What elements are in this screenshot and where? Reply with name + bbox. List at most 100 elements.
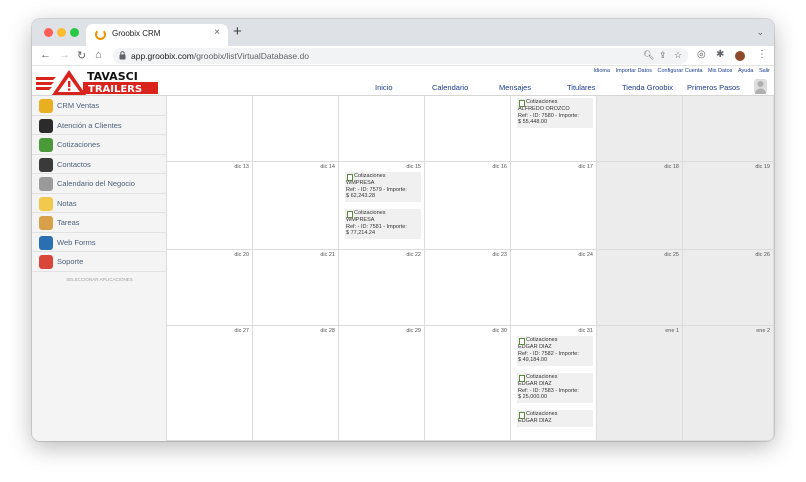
calendar-day-cell[interactable]: dic 30 [425,326,511,441]
sidebar-item-tareas[interactable]: Tareas [32,213,167,233]
event-title: Cotizaciones [346,173,420,181]
calendar-event[interactable]: Cotizaciones EDGAR DIAZ [517,410,593,427]
nav-primeros-pasos[interactable]: Primeros Pasos [687,83,740,92]
calendar-day-cell[interactable]: dic 16 [425,162,511,250]
tab-search-icon[interactable]: ⌄ [756,27,764,38]
url-host: app.groobix.com [131,51,194,61]
calendar-day-cell[interactable]: dic 18 [597,162,683,250]
sidebar-item-cotizaciones[interactable]: Cotizaciones [32,135,167,155]
day-number: dic 24 [578,252,593,258]
day-number: dic 22 [406,252,421,258]
tab-close-icon[interactable]: × [214,27,220,38]
main-nav: Inicio Calendario Mensajes Titulares Tie… [32,81,774,95]
calendar-day-cell[interactable]: dic 28 [253,326,339,441]
calendar-day-cell[interactable] [597,96,683,162]
sidebar-item-crm-ventas[interactable]: CRM Ventas [32,96,167,116]
calendar-day-cell[interactable] [253,96,339,162]
event-client: EDGAR DIAZ [518,418,552,424]
link-ayuda[interactable]: Ayuda [738,68,754,74]
reload-icon[interactable]: ↻ [77,49,86,62]
tab-title: Groobix CRM [112,29,161,38]
day-number: dic 26 [755,252,770,258]
calendar-event[interactable]: Cotizaciones EDGAR DIAZ Ref: - ID: 7582 - … [517,336,593,366]
calendar-day-cell[interactable]: dic 19 [683,162,774,250]
calendar-day-cell[interactable]: dic 20 [167,250,253,326]
link-mis-datos[interactable]: Mis Datos [708,68,732,74]
calendar-day-cell[interactable]: Cotizaciones ALFREDO OROZCO Ref: - ID: 758… [511,96,597,162]
calendar-day-cell[interactable]: dic 21 [253,250,339,326]
day-number: dic 28 [320,328,335,334]
day-number: dic 17 [578,164,593,170]
browser-menu-icon[interactable]: ⋮ [757,49,767,60]
calendar-day-cell[interactable]: dic 17 [511,162,597,250]
nav-titulares[interactable]: Titulares [567,83,595,92]
link-idioma[interactable]: Idioma [594,68,611,74]
link-importar-datos[interactable]: Importar Datos [616,68,652,74]
nav-mensajes[interactable]: Mensajes [499,83,531,92]
sidebar-item-notas[interactable]: Notas [32,194,167,213]
calendar-event[interactable]: Cotizaciones EDGAR DIAZ Ref: - ID: 7583 - … [517,373,593,403]
calendar-day-cell[interactable]: ene 2 [683,326,774,441]
nav-inicio[interactable]: Inicio [375,83,393,92]
nav-tienda-groobix[interactable]: Tienda Groobix [622,83,673,92]
calendar-day-cell[interactable]: dic 15 Cotizaciones WMPRESA Ref: - ID: 7579… [339,162,425,250]
day-number: dic 25 [664,252,679,258]
calendar-day-cell[interactable]: dic 13 [167,162,253,250]
calendar-day-cell[interactable]: dic 23 [425,250,511,326]
sidebar-item-soporte[interactable]: Soporte [32,252,167,272]
sidebar-item-label: Web Forms [57,237,96,247]
link-configurar-cuenta[interactable]: Configurar Cuenta [657,68,702,74]
calendar-day-cell[interactable]: dic 27 [167,326,253,441]
select-apps-link[interactable]: SELECCIONAR APLICACIONES [32,277,167,282]
calendar-day-cell[interactable] [339,96,425,162]
sidebar-item-web-forms[interactable]: Web Forms [32,233,167,252]
calendar-event[interactable]: Cotizaciones WMPRESA Ref: - ID: 7581 - Imp… [345,209,421,239]
day-number: dic 18 [664,164,679,170]
sidebar-item-label: Cotizaciones [57,140,100,149]
calendar-day-cell[interactable] [167,96,253,162]
user-avatar[interactable] [754,79,767,94]
calendar-day-cell[interactable]: dic 29 [339,326,425,441]
minimize-window-button[interactable] [57,28,66,37]
calendar-day-cell[interactable] [425,96,511,162]
forward-arrow-icon[interactable]: → [59,49,70,61]
profile-avatar-icon[interactable] [735,51,745,61]
calendar-day-cell[interactable]: dic 24 [511,250,597,326]
browser-tab[interactable]: Groobix CRM × [86,24,228,46]
bookmark-star-icon[interactable]: ☆ [674,50,682,61]
puzzle-extensions-icon[interactable]: ✱ [716,49,724,60]
sidebar-item-calendario-negocio[interactable]: Calendario del Negocio [32,174,167,194]
link-salir[interactable]: Salir [759,68,770,74]
sidebar-item-label: Soporte [57,257,84,266]
nav-calendario[interactable]: Calendario [432,83,468,92]
event-title: Cotizaciones [518,411,592,419]
home-icon[interactable]: ⌂ [95,49,102,61]
sidebar-item-label: Calendario del Negocio [57,179,135,188]
app-sidebar: SELECCIONAR APLICACIONES CRM Ventas Atenc… [32,96,167,441]
day-number: dic 20 [234,252,249,258]
calendar-event[interactable]: Cotizaciones ALFREDO OROZCO Ref: - ID: 758… [517,98,593,128]
url-path: /groobix/listVirtualDatabase.do [193,51,309,61]
zoom-icon[interactable]: 🔍︎ [643,50,654,61]
calendar-day-cell[interactable]: ene 1 [597,326,683,441]
note-icon [39,196,53,211]
new-tab-button[interactable]: + [233,23,242,40]
share-icon[interactable]: ⇪ [659,50,667,61]
calendar-day-cell[interactable]: dic 25 [597,250,683,326]
address-bar[interactable]: app.groobix.com/groobix/listVirtualDatab… [113,48,688,64]
extension-icon[interactable]: ◎ [697,49,706,60]
calendar-day-cell[interactable] [683,96,774,162]
back-arrow-icon[interactable]: ← [40,49,51,61]
calendar-day-cell[interactable]: dic 26 [683,250,774,326]
calendar-day-cell[interactable]: dic 31 Cotizaciones EDGAR DIAZ Ref: - ID: 7… [511,326,597,441]
url-text: app.groobix.com/groobix/listVirtualDatab… [131,51,309,61]
calendar-day-cell[interactable]: dic 14 [253,162,339,250]
maximize-window-button[interactable] [70,28,79,37]
event-amount: $ 55,448.00 [518,119,548,125]
close-window-button[interactable] [44,28,53,37]
calendar-day-cell[interactable]: dic 22 [339,250,425,326]
sidebar-item-contactos[interactable]: Contactos [32,155,167,174]
calendar-event[interactable]: Cotizaciones WMPRESA Ref: - ID: 7579 - Imp… [345,172,421,202]
sidebar-item-atencion-clientes[interactable]: Atención a Clientes [32,116,167,135]
day-number: ene 1 [665,328,679,334]
